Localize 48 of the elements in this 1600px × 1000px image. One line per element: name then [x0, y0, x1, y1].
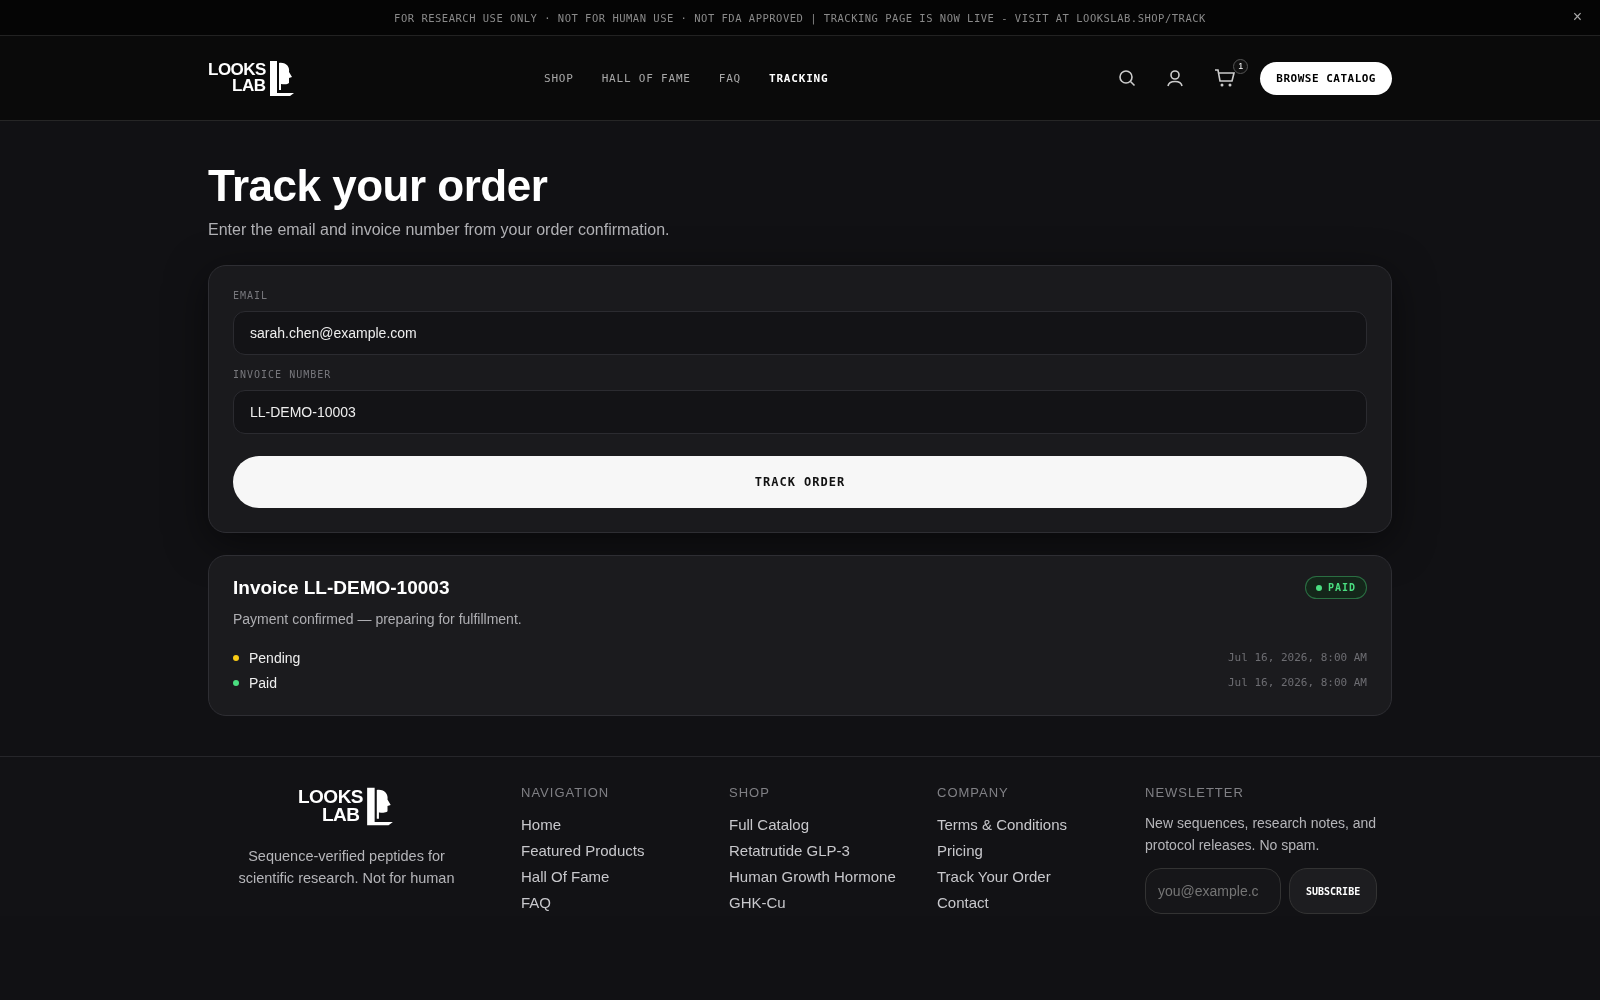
footer-link[interactable]: Terms & Conditions: [937, 812, 1145, 838]
footer-link[interactable]: Hall Of Fame: [521, 864, 729, 890]
event-label: Pending: [249, 649, 301, 666]
footer-tagline: Sequence-verified peptides for scientific research. Not for human: [237, 847, 456, 888]
email-field[interactable]: you@example.c: [1145, 868, 1281, 914]
nav-link[interactable]: TRACKING: [769, 71, 829, 85]
footer-link[interactable]: Featured Products: [521, 838, 729, 864]
status-badge: PAID: [1304, 576, 1367, 599]
footer-link[interactable]: Home: [521, 812, 729, 838]
footer-link[interactable]: Human Growth Hormone: [729, 864, 937, 890]
footer-link[interactable]: Track Your Order: [937, 864, 1145, 890]
footer-link[interactable]: FAQ: [521, 890, 729, 916]
cart-count-badge: 1: [1233, 59, 1249, 74]
footer-link[interactable]: Retatrutide GLP-3: [729, 838, 937, 864]
page-subtitle: Enter the email and invoice number from your order confirmation.: [208, 221, 671, 239]
footer-link[interactable]: Contact: [937, 890, 1145, 916]
input-field[interactable]: LL-DEMO-10003: [233, 390, 1367, 434]
logo-text[interactable]: LOOKS LAB: [208, 62, 266, 94]
track-order-button[interactable]: TRACK ORDER: [233, 456, 1367, 508]
field-label: EMAIL: [233, 290, 270, 301]
event-time: Jul 16, 2026, 8:00 AM: [1227, 651, 1367, 664]
event-time: Jul 16, 2026, 8:00 AM: [1227, 676, 1367, 689]
search-icon[interactable]: [1118, 69, 1137, 87]
field-label: INVOICE NUMBER: [233, 369, 333, 380]
footer-heading: NEWSLETTER: [1145, 785, 1245, 800]
close-button[interactable]: ×: [1568, 8, 1586, 26]
invoice-title: Invoice LL-DEMO-10003: [233, 576, 450, 599]
newsletter-text: New sequences, research notes, and protocol releases. No spam.: [1145, 814, 1378, 855]
input-field[interactable]: sarah.chen@example.com: [233, 311, 1367, 355]
nav-link[interactable]: SHOP: [543, 71, 574, 85]
announcement-text: FOR RESEARCH USE ONLY · NOT FOR HUMAN USE · NOT FDA APPROVED | TRACKING PAGE IS NOW LIVE - VISIT AT LOOKSLAB.SHOP/TRACK: [394, 11, 1206, 24]
footer-link[interactable]: GHK-Cu: [729, 890, 937, 916]
nav-link[interactable]: HALL OF FAME: [601, 71, 691, 85]
footer-heading: COMPANY: [937, 785, 1010, 800]
logo-text[interactable]: LOOKS LAB: [297, 788, 364, 824]
footer-link[interactable]: Pricing: [937, 838, 1145, 864]
nav-link[interactable]: FAQ: [718, 71, 741, 85]
event-label: Paid: [249, 674, 278, 691]
status-message: Payment confirmed — preparing for fulfillment.: [233, 611, 523, 627]
user-icon[interactable]: [1166, 69, 1185, 87]
footer-heading: NAVIGATION: [521, 785, 611, 800]
page-title: Track your order: [208, 161, 549, 211]
browse-catalog-button[interactable]: BROWSE CATALOG: [1260, 61, 1392, 95]
logo-icon: [267, 59, 296, 97]
footer-link[interactable]: Full Catalog: [729, 812, 937, 838]
footer-heading: SHOP: [729, 785, 771, 800]
subscribe-button[interactable]: SUBSCRIBE: [1289, 868, 1378, 914]
cart-icon[interactable]: [1214, 68, 1237, 88]
